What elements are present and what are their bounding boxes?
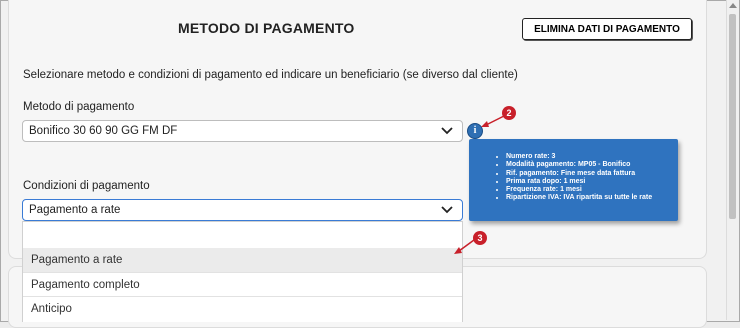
section-title: METODO DI PAGAMENTO <box>178 20 355 36</box>
chevron-down-icon <box>441 206 453 214</box>
payment-info-tooltip: Numero rate: 3 Modalità pagamento: MP05 … <box>469 139 678 221</box>
instructions-text: Selezionare metodo e condizioni di pagam… <box>23 69 518 81</box>
callout-arrow-3 <box>454 239 475 254</box>
chevron-down-icon <box>441 127 453 135</box>
tooltip-item: Prima rata dopo: 1 mesi <box>506 178 678 186</box>
tooltip-item: Frequenza rate: 1 mesi <box>506 186 678 194</box>
callout-arrow-2 <box>481 115 505 127</box>
payment-conditions-value: Pagamento a rate <box>29 204 121 216</box>
tooltip-item: Rif. pagamento: Fine mese data fattura <box>506 170 678 178</box>
scrollbar-thumb[interactable] <box>729 14 736 219</box>
payment-method-label: Metodo di pagamento <box>23 101 135 113</box>
dropdown-search-area[interactable] <box>23 222 462 248</box>
tooltip-item: Ripartizione IVA: IVA ripartita su tutte… <box>506 194 678 202</box>
payment-method-value: Bonifico 30 60 90 GG FM DF <box>29 125 178 137</box>
tooltip-item: Modalità pagamento: MP05 - Bonifico <box>506 161 678 169</box>
delete-payment-data-button[interactable]: ELIMINA DATI DI PAGAMENTO <box>522 18 692 40</box>
scroll-up-icon[interactable] <box>729 3 737 8</box>
page-scrollbar[interactable] <box>726 0 739 320</box>
dropdown-option[interactable]: Pagamento completo <box>23 272 462 296</box>
payment-conditions-select[interactable]: Pagamento a rate <box>22 199 463 221</box>
payment-conditions-dropdown: Pagamento a rate Pagamento completo Anti… <box>22 221 463 322</box>
dropdown-option[interactable]: Pagamento a rate <box>23 248 462 272</box>
payment-method-select[interactable]: Bonifico 30 60 90 GG FM DF <box>22 120 463 142</box>
payment-conditions-label: Condizioni di pagamento <box>23 180 150 192</box>
tooltip-item: Numero rate: 3 <box>506 153 678 161</box>
dropdown-option[interactable]: Anticipo <box>23 296 462 320</box>
